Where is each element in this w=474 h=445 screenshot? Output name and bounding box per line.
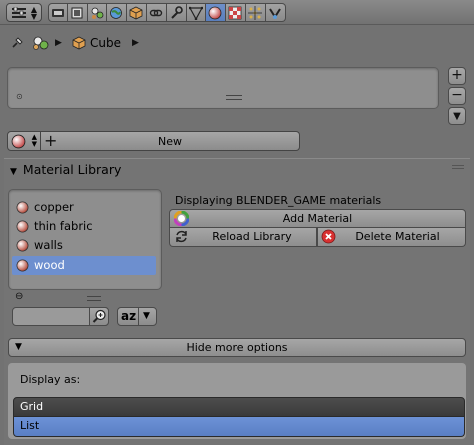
tab-data[interactable] xyxy=(186,3,207,22)
tab-scene[interactable] xyxy=(87,3,108,22)
list-item-label: wood xyxy=(34,258,65,272)
reload-library-button[interactable]: Reload Library xyxy=(169,228,317,247)
panel-title: Material Library xyxy=(22,162,122,177)
list-item-label: walls xyxy=(34,238,63,252)
hide-more-options-label: Hide more options xyxy=(186,341,288,354)
list-item-label: thin fabric xyxy=(34,219,93,233)
hide-more-options-button[interactable]: ▼ Hide more options xyxy=(8,338,466,357)
library-material-list: copper thin fabric walls wood xyxy=(8,189,162,290)
add-material-button[interactable]: Add Material xyxy=(169,209,466,228)
tab-render[interactable] xyxy=(48,3,68,22)
color-wheel-icon xyxy=(174,211,189,226)
new-material-label: New xyxy=(158,135,182,148)
material-icon xyxy=(16,220,29,233)
tab-object[interactable] xyxy=(127,3,147,22)
list-item[interactable]: walls xyxy=(12,236,156,255)
slot-specials-menu-button[interactable]: ▼ xyxy=(448,107,466,125)
plus-icon: + xyxy=(451,67,463,83)
object-icon xyxy=(129,6,143,20)
delete-material-button[interactable]: Delete Material xyxy=(317,228,466,247)
collapse-triangle-icon: ▼ xyxy=(15,342,22,352)
resize-grip-icon[interactable] xyxy=(226,95,242,100)
constraints-icon xyxy=(149,9,163,17)
chevron-updown-icon: ▲ ▼ xyxy=(30,5,37,21)
chevron-updown-icon: ▲ ▼ xyxy=(31,133,37,148)
display-option-list[interactable]: List xyxy=(13,417,465,437)
render-icon xyxy=(52,9,64,17)
panel-drag-grip-icon[interactable] xyxy=(452,165,464,171)
breadcrumb-separator-icon: ▶ xyxy=(55,38,62,48)
properties-tabs xyxy=(48,3,286,22)
material-slot-list[interactable]: ⊙ xyxy=(7,67,439,109)
sort-alphabetical-button[interactable]: az ▼ xyxy=(117,307,157,326)
filter-options-icon[interactable]: ⊙ xyxy=(16,92,23,101)
tab-render-layers[interactable] xyxy=(67,3,88,22)
list-item-selected[interactable]: wood xyxy=(12,256,156,275)
material-icon xyxy=(16,259,29,272)
properties-editor-icon xyxy=(12,7,26,18)
tab-texture[interactable] xyxy=(226,3,246,22)
scene-icon xyxy=(33,36,49,50)
modifiers-icon xyxy=(171,6,183,19)
tab-material[interactable] xyxy=(206,3,227,22)
material-icon xyxy=(11,134,26,149)
tab-particles[interactable] xyxy=(245,3,266,22)
render-layers-icon xyxy=(71,7,83,19)
displaying-label: Displaying BLENDER_GAME materials xyxy=(175,194,382,207)
cancel-icon xyxy=(321,229,336,244)
material-icon xyxy=(16,201,29,214)
editor-type-selector[interactable]: ▲ ▼ xyxy=(6,3,42,22)
add-slot-button[interactable]: + xyxy=(448,67,466,85)
panel-header[interactable]: ▼ Material Library xyxy=(10,162,121,177)
material-icon xyxy=(208,6,222,20)
material-icon xyxy=(16,239,29,252)
display-as-label: Display as: xyxy=(20,373,81,386)
scene-icon xyxy=(91,7,103,19)
zoom-in-icon xyxy=(92,309,106,323)
particles-icon xyxy=(247,6,262,20)
collapse-triangle-icon: ▼ xyxy=(10,167,17,177)
physics-icon xyxy=(268,8,281,19)
reload-library-label: Reload Library xyxy=(212,230,292,243)
sort-alpha-icon: az xyxy=(121,309,137,323)
list-item-label: copper xyxy=(34,200,74,214)
world-icon xyxy=(110,7,123,19)
data-icon xyxy=(188,6,203,20)
texture-icon xyxy=(228,6,242,20)
tab-world[interactable] xyxy=(107,3,128,22)
resize-grip-icon[interactable] xyxy=(87,296,101,301)
object-icon xyxy=(72,36,86,50)
new-material-button[interactable]: + New xyxy=(41,131,300,151)
browse-material-button[interactable]: ▲ ▼ xyxy=(7,131,41,151)
pin-icon[interactable] xyxy=(10,36,24,50)
tab-constraints[interactable] xyxy=(146,3,167,22)
down-arrow-icon: ▼ xyxy=(453,111,461,122)
minus-icon: − xyxy=(451,87,463,103)
filter-collapse-icon[interactable]: ⊖ xyxy=(15,291,23,302)
list-item[interactable]: thin fabric xyxy=(12,217,156,236)
tab-physics[interactable] xyxy=(265,3,286,22)
remove-slot-button[interactable]: − xyxy=(448,87,466,105)
add-material-label: Add Material xyxy=(282,212,353,225)
delete-material-label: Delete Material xyxy=(355,230,440,243)
breadcrumb-object-name: Cube xyxy=(90,36,121,50)
list-item[interactable]: copper xyxy=(12,198,156,217)
invert-filter-button[interactable] xyxy=(89,307,109,326)
display-option-grid[interactable]: Grid xyxy=(13,397,465,417)
chevron-down-icon: ▼ xyxy=(143,311,150,321)
reload-icon xyxy=(176,230,187,243)
tab-modifiers[interactable] xyxy=(166,3,187,22)
breadcrumb-separator-icon: ▶ xyxy=(132,38,139,48)
